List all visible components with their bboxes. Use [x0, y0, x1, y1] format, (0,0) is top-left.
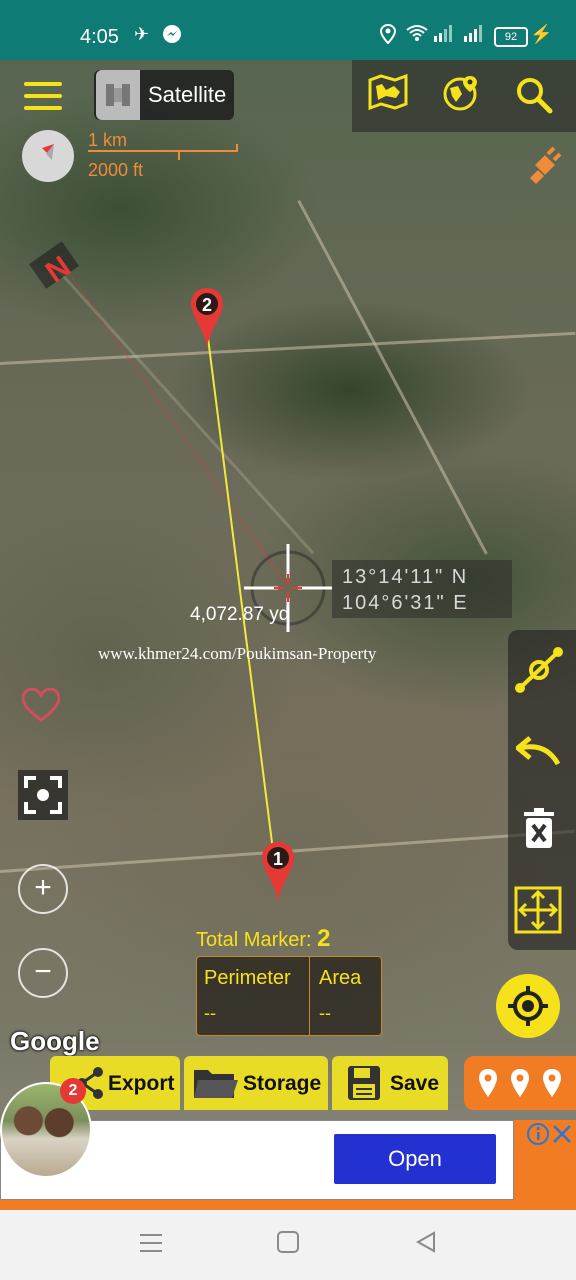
- draw-line-icon[interactable]: [514, 644, 566, 701]
- watermark: www.khmer24.com/Poukimsan-Property: [98, 644, 377, 663]
- map-icon[interactable]: [366, 73, 410, 118]
- longitude-text: 104°6'31" E: [342, 592, 469, 614]
- pins-icon: [479, 1069, 561, 1097]
- save-icon: [346, 1064, 382, 1108]
- globe-pin-icon[interactable]: [440, 74, 484, 122]
- home-icon[interactable]: [276, 1230, 300, 1261]
- distance-label: 4,072.87 yd: [190, 604, 290, 625]
- marker-label: 2: [202, 295, 212, 315]
- menu-icon[interactable]: [24, 82, 62, 110]
- delete-icon[interactable]: [522, 808, 556, 855]
- zoom-in-button[interactable]: +: [18, 864, 68, 914]
- save-button[interactable]: Save: [332, 1056, 448, 1110]
- scale-km: 1 km: [88, 130, 128, 150]
- my-location-button[interactable]: [496, 974, 560, 1038]
- perimeter-value: --: [204, 1003, 216, 1023]
- ad-open-button[interactable]: Open: [334, 1134, 496, 1184]
- north-indicator-icon: N: [28, 241, 88, 297]
- storage-button[interactable]: Storage: [184, 1056, 328, 1110]
- storage-label: Storage: [243, 1072, 322, 1095]
- markers-button[interactable]: [464, 1056, 576, 1110]
- folder-icon: [192, 1066, 238, 1106]
- undo-icon[interactable]: [514, 734, 562, 773]
- ad-info-close-icon[interactable]: [526, 1122, 574, 1146]
- marker-pin[interactable]: 1: [260, 840, 296, 904]
- zoom-out-button[interactable]: −: [18, 948, 68, 998]
- plug-icon[interactable]: [524, 146, 564, 189]
- focus-frame-icon[interactable]: [18, 770, 68, 820]
- perimeter-label: Perimeter: [204, 967, 291, 989]
- marker-pin[interactable]: 2: [189, 286, 225, 350]
- total-marker-label: Total Marker:: [196, 929, 312, 951]
- area-label: Area: [319, 967, 362, 989]
- export-label: Export: [108, 1072, 175, 1095]
- scale-tick: [178, 150, 180, 160]
- scale-ft: 2000 ft: [88, 160, 144, 180]
- notification-badge: 2: [60, 1078, 86, 1104]
- map-type-label: Satellite: [148, 82, 227, 107]
- total-marker-value: 2: [317, 925, 331, 952]
- area-value: --: [319, 1003, 331, 1023]
- back-icon[interactable]: [414, 1230, 438, 1261]
- scale-bar: [88, 150, 238, 152]
- total-marker: Total Marker: 2: [196, 925, 331, 953]
- search-icon[interactable]: [512, 76, 556, 122]
- compass-button[interactable]: [22, 130, 74, 182]
- google-attribution: Google: [10, 1026, 100, 1056]
- favorite-icon[interactable]: [21, 687, 61, 730]
- scale-tick: [236, 144, 238, 152]
- fit-bounds-icon[interactable]: [514, 886, 562, 939]
- latitude-text: 13°14'11" N: [342, 566, 469, 588]
- measurement-box: Perimeter -- Area --: [196, 956, 382, 1036]
- recent-apps-icon[interactable]: [138, 1230, 164, 1261]
- satellite-thumbnail-icon: [96, 70, 140, 120]
- save-label: Save: [390, 1072, 440, 1095]
- marker-label: 1: [273, 849, 283, 869]
